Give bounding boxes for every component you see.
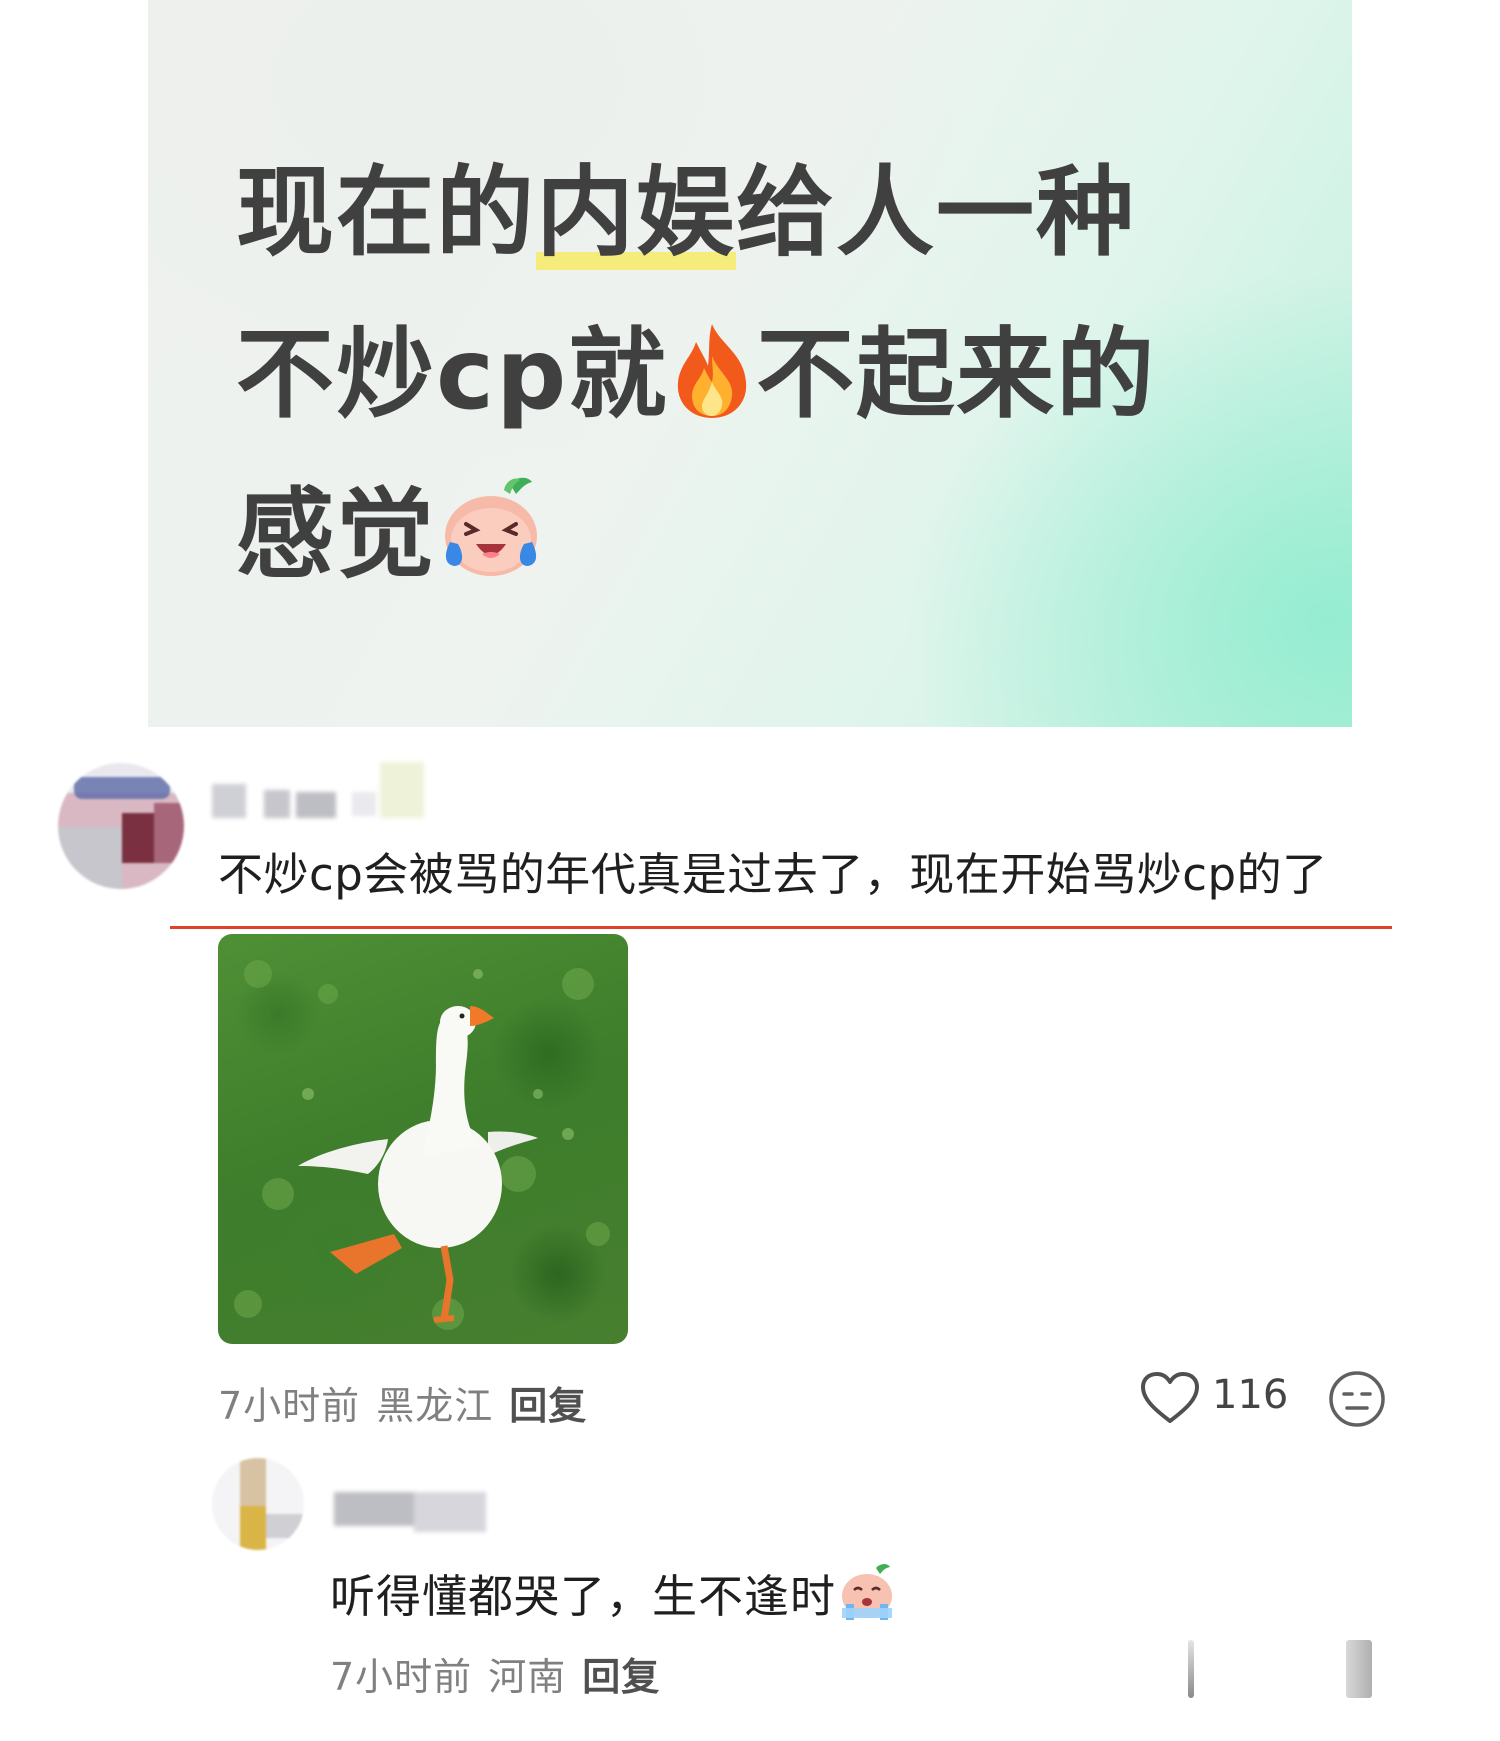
goose-photo[interactable] — [218, 934, 628, 1344]
username-blurred[interactable] — [212, 762, 424, 818]
post-text: 不炒cp就 — [236, 318, 669, 432]
reply-meta: 7小时前 河南 回复 — [330, 1646, 660, 1701]
post-line-2: 不炒cp就 不起来的 — [236, 320, 1156, 436]
fire-icon — [668, 320, 756, 436]
post-line-3: 感觉 — [236, 470, 546, 596]
post-text: 给人一种 — [736, 156, 1137, 270]
post-text: 感觉 — [236, 478, 437, 592]
post-line-1: 现在的内娱给人一种 — [236, 156, 1136, 270]
reply-text: 听得懂都哭了，生不逢时 — [330, 1560, 898, 1633]
reply-username-blurred[interactable] — [334, 1482, 486, 1534]
post-text-card: 现在的内娱给人一种 不炒cp就 不起来的 感觉 — [148, 0, 1352, 727]
faded-divider — [1188, 1640, 1194, 1698]
comment-time: 7小时前 — [218, 1384, 361, 1428]
heart-outline-icon[interactable] — [1140, 1371, 1200, 1425]
post-text: 现在的 — [236, 156, 537, 270]
neutral-face-icon[interactable] — [1328, 1370, 1386, 1428]
faded-divider — [1346, 1640, 1372, 1698]
reply-text-content: 听得懂都哭了，生不逢时 — [330, 1570, 837, 1623]
reply-time: 7小时前 — [330, 1655, 473, 1699]
comment-meta: 7小时前 黑龙江 回复 — [218, 1375, 587, 1430]
crying-face-icon — [836, 1560, 898, 1633]
crying-laughing-face-icon — [436, 470, 546, 596]
reply-avatar[interactable] — [212, 1458, 304, 1550]
avatar[interactable] — [58, 763, 184, 889]
reply-location: 河南 — [488, 1655, 567, 1699]
goose-illustration — [234, 960, 610, 1330]
comment-text: 不炒cp会被骂的年代真是过去了，现在开始骂炒cp的了 — [218, 848, 1328, 901]
highlighted-text: 内娱 — [536, 156, 737, 270]
comment-location: 黑龙江 — [376, 1384, 494, 1428]
like-count: 116 — [1212, 1372, 1289, 1418]
divider-line — [170, 926, 1392, 929]
post-text: 不起来的 — [756, 318, 1157, 432]
comment-thread-screen: 现在的内娱给人一种 不炒cp就 不起来的 感觉 不炒cp会被骂的年代真是过去了，… — [0, 0, 1500, 1741]
reply-reply-button[interactable]: 回复 — [582, 1655, 660, 1699]
reply-button[interactable]: 回复 — [509, 1384, 587, 1428]
